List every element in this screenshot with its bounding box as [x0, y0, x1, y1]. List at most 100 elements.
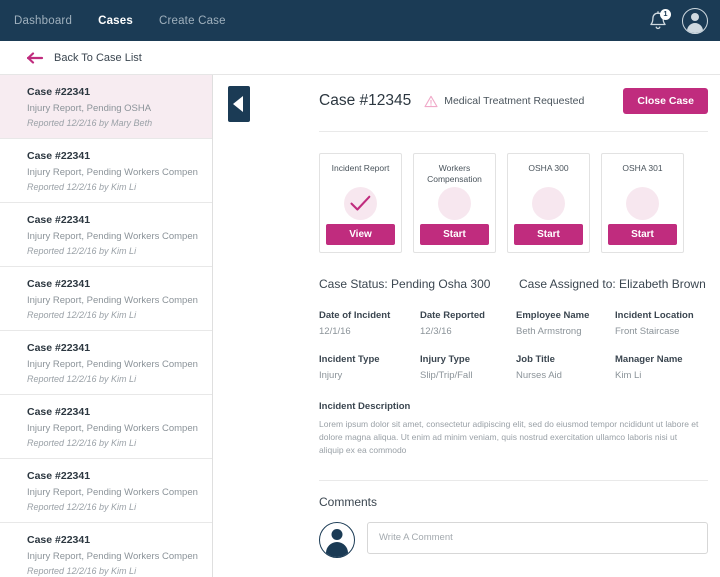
case-list-sidebar[interactable]: Case #22341 Injury Report, Pending OSHA Re… [0, 75, 213, 577]
breadcrumb: Back To Case List [0, 41, 720, 75]
case-item-title: Case #22341 [27, 86, 91, 98]
form-card-status-circle [626, 187, 659, 220]
nav-item-dashboard[interactable]: Dashboard [14, 15, 72, 27]
detail-label: Incident Type [319, 354, 380, 365]
detail-value: 12/1/16 [319, 326, 351, 337]
case-item-title: Case #22341 [27, 150, 91, 162]
list-item[interactable]: Case #22341 Injury Report, Pending Worker… [0, 267, 212, 331]
form-card-action-button[interactable]: Start [608, 224, 677, 245]
case-item-subtitle: Injury Report, Pending OSHA [27, 103, 152, 114]
avatar-body [687, 22, 703, 33]
form-card-title: Incident Report [331, 163, 390, 173]
case-item-meta: Reported 12/2/16 by Kim Li [27, 566, 137, 576]
detail-label: Injury Type [420, 354, 470, 365]
comment-input[interactable] [367, 521, 708, 554]
form-card-status-circle [344, 187, 377, 220]
case-item-meta: Reported 12/2/16 by Kim Li [27, 246, 137, 256]
case-details-grid: Date of Incident 12/1/16 Date Reported 12/3… [319, 310, 708, 381]
alert-text: Medical Treatment Requested [444, 95, 585, 107]
comments-divider [319, 479, 708, 481]
detail-value: Slip/Trip/Fall [420, 370, 473, 381]
form-card-action-button[interactable]: View [326, 224, 395, 245]
form-card-incident-report[interactable]: Incident Report View [319, 153, 402, 253]
detail-value: Kim Li [615, 370, 642, 381]
chevron-left-icon [233, 96, 243, 112]
close-case-button[interactable]: Close Case [623, 88, 708, 114]
list-item[interactable]: Case #22341 Injury Report, Pending Worker… [0, 395, 212, 459]
nav-right-actions: 1 [648, 0, 708, 41]
notification-badge: 1 [660, 8, 671, 20]
case-item-title: Case #22341 [27, 214, 91, 226]
detail-field: Employee Name Beth Armstrong [516, 310, 615, 337]
detail-value: Beth Armstrong [516, 326, 582, 337]
form-card-workers-compensation[interactable]: Workers Compensation Start [413, 153, 496, 253]
case-item-subtitle: Injury Report, Pending Workers Compensat… [27, 295, 198, 306]
warning-triangle-icon [424, 95, 438, 107]
case-item-subtitle: Injury Report, Pending Workers Compensat… [27, 359, 198, 370]
comments-heading: Comments [319, 494, 378, 509]
form-card-title: OSHA 300 [528, 163, 569, 173]
list-item[interactable]: Case #22341 Injury Report, Pending Worker… [0, 203, 212, 267]
case-detail-content: Case #12345 Medical Treatment Requested … [213, 75, 720, 558]
top-navigation-bar: Dashboard Cases Create Case 1 [0, 0, 720, 41]
app-root: Dashboard Cases Create Case 1 Back To Case… [0, 0, 720, 577]
case-header: Case #12345 Medical Treatment Requested … [319, 75, 708, 119]
notifications-button[interactable]: 1 [648, 8, 671, 32]
form-card-action-button[interactable]: Start [514, 224, 583, 245]
page-body: Case #22341 Injury Report, Pending OSHA Re… [0, 75, 720, 577]
nav-items: Dashboard Cases Create Case [14, 15, 226, 27]
case-item-meta: Reported 12/2/16 by Kim Li [27, 310, 137, 320]
detail-field: Injury Type Slip/Trip/Fall [420, 354, 516, 381]
case-status: Case Status: Pending Osha 300 [319, 277, 491, 291]
comment-composer [319, 521, 708, 558]
nav-item-cases[interactable]: Cases [98, 15, 133, 27]
back-to-case-list-link[interactable]: Back To Case List [54, 52, 142, 64]
list-item[interactable]: Case #22341 Injury Report, Pending Worker… [0, 523, 212, 577]
form-card-osha-301[interactable]: OSHA 301 Start [601, 153, 684, 253]
detail-label: Manager Name [615, 354, 683, 365]
back-arrow-icon[interactable] [27, 51, 44, 64]
collapse-sidebar-button[interactable] [228, 86, 250, 122]
form-card-status-circle [438, 187, 471, 220]
detail-value: Nurses Aid [516, 370, 562, 381]
detail-field: Job Title Nurses Aid [516, 354, 615, 381]
list-item[interactable]: Case #22341 Injury Report, Pending Worker… [0, 459, 212, 523]
comment-avatar [319, 521, 355, 558]
detail-field: Date Reported 12/3/16 [420, 310, 516, 337]
case-item-title: Case #22341 [27, 278, 91, 290]
detail-value: 12/3/16 [420, 326, 452, 337]
form-step-cards: Incident Report View Workers Compensation S… [319, 153, 708, 253]
case-item-title: Case #22341 [27, 534, 91, 546]
form-card-status-circle [532, 187, 565, 220]
case-item-title: Case #22341 [27, 406, 91, 418]
detail-value: Injury [319, 370, 343, 381]
case-item-meta: Reported 12/2/16 by Kim Li [27, 374, 137, 384]
case-item-title: Case #22341 [27, 470, 91, 482]
avatar-head [331, 528, 343, 540]
list-item[interactable]: Case #22341 Injury Report, Pending OSHA Re… [0, 75, 212, 139]
case-item-title: Case #22341 [27, 342, 91, 354]
detail-field: Incident Type Injury [319, 354, 420, 381]
case-item-subtitle: Injury Report, Pending Workers Compensat… [27, 167, 198, 178]
incident-description-text: Lorem ipsum dolor sit amet, consectetur … [319, 419, 699, 456]
detail-value: Front Staircase [615, 326, 680, 337]
nav-item-create-case[interactable]: Create Case [159, 15, 226, 27]
list-item[interactable]: Case #22341 Injury Report, Pending Worker… [0, 139, 212, 203]
case-item-meta: Reported 12/2/16 by Mary Beth [27, 118, 153, 128]
case-item-subtitle: Injury Report, Pending Workers Compensat… [27, 551, 198, 562]
form-card-title: OSHA 301 [622, 163, 663, 173]
detail-field: Manager Name Kim Li [615, 354, 708, 381]
detail-label: Job Title [516, 354, 555, 365]
detail-label: Date Reported [420, 310, 485, 321]
case-assignee: Case Assigned to: Elizabeth Brown [519, 277, 706, 291]
avatar-head [691, 13, 699, 21]
check-icon [350, 195, 371, 211]
list-item[interactable]: Case #22341 Injury Report, Pending Worker… [0, 331, 212, 395]
form-card-action-button[interactable]: Start [420, 224, 489, 245]
page-title: Case #12345 [319, 92, 412, 109]
case-item-meta: Reported 12/2/16 by Kim Li [27, 502, 137, 512]
form-card-osha-300[interactable]: OSHA 300 Start [507, 153, 590, 253]
detail-field: Incident Location Front Staircase [615, 310, 708, 337]
user-avatar-button[interactable] [682, 7, 708, 34]
detail-label: Date of Incident [319, 310, 391, 321]
